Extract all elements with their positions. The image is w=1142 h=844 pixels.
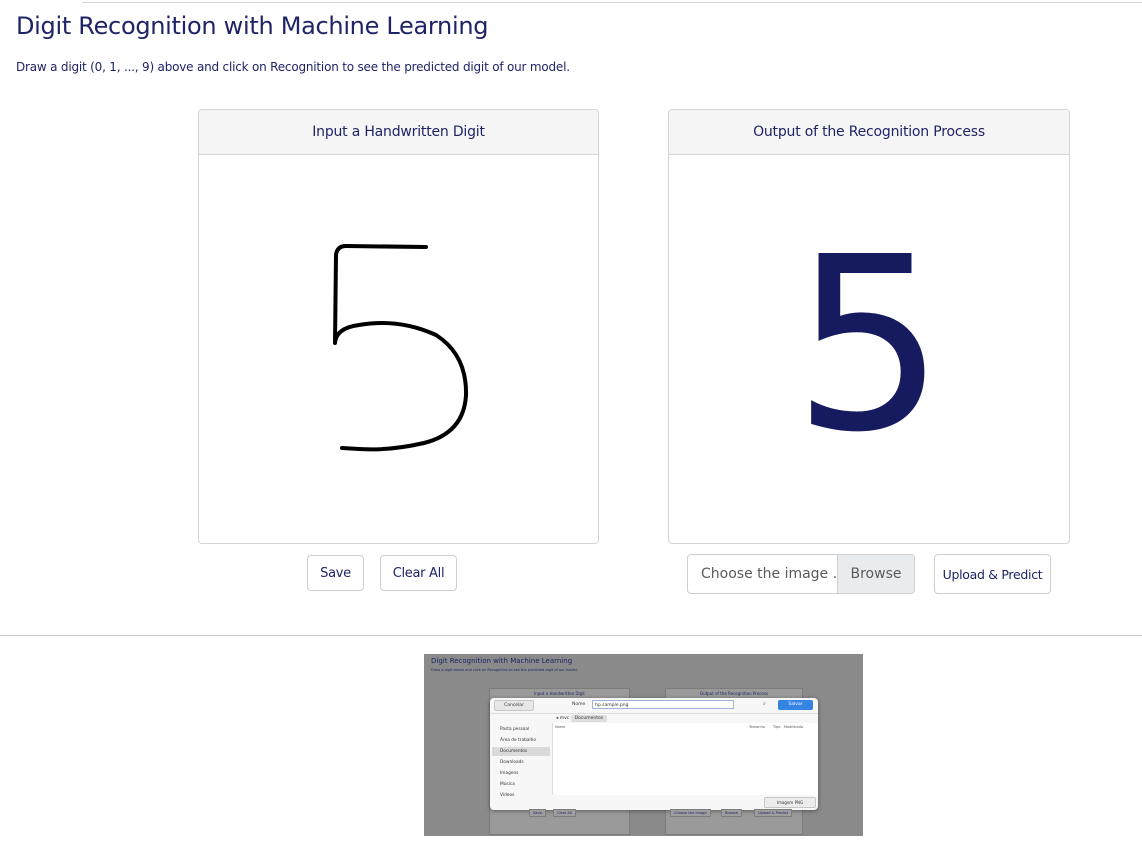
page-title: Digit Recognition with Machine Learning — [16, 12, 489, 40]
clear-all-button[interactable]: Clear All — [380, 555, 457, 591]
section-divider — [0, 635, 1142, 636]
thumb-col-modified: Modificado — [784, 725, 803, 729]
example-screenshot: Digit Recognition with Machine Learning … — [424, 654, 863, 836]
thumb-title: Digit Recognition with Machine Learning — [431, 657, 573, 665]
input-card-header: Input a Handwritten Digit — [199, 110, 598, 155]
output-display: 5 — [669, 155, 1069, 545]
top-divider — [82, 2, 1142, 3]
save-button[interactable]: Save — [307, 555, 364, 591]
drawing-canvas[interactable] — [199, 155, 598, 545]
thumb-cancel-button: Cancelar — [494, 700, 534, 711]
page-subtitle: Draw a digit (0, 1, ..., 9) above and cl… — [16, 60, 570, 74]
handwritten-digit-stroke — [333, 244, 469, 452]
thumb-sidebar: Pasta pessoal Área de trabalho Documento… — [490, 723, 552, 798]
thumb-sidebar-item: Pasta pessoal — [500, 727, 530, 732]
search-icon: ⌕ — [763, 701, 766, 707]
thumb-sidebar-item: Vídeos — [500, 793, 515, 798]
thumb-browse: Browse — [721, 809, 743, 817]
thumb-crumb-home: mvc — [559, 716, 570, 721]
output-card-header: Output of the Recognition Process — [669, 110, 1069, 155]
thumb-file-filter: Imagem PNG — [764, 797, 816, 808]
output-card: Output of the Recognition Process 5 — [668, 109, 1070, 544]
thumb-subtitle: Draw a digit above and click on Recognit… — [431, 668, 578, 672]
thumb-upload: Upload & Predict — [754, 809, 793, 817]
thumb-choose: Choose the image — [670, 809, 711, 817]
thumb-crumb-current: Documentos — [570, 715, 608, 722]
thumb-save: Save — [529, 809, 546, 817]
input-card: Input a Handwritten Digit — [198, 109, 599, 544]
chevron-left-icon: ◂ — [556, 716, 559, 721]
thumb-sidebar-item: Área de trabalho — [500, 738, 536, 743]
thumb-clear: Clear All — [553, 809, 576, 817]
predicted-digit: 5 — [792, 205, 946, 485]
thumb-sidebar-item: Downloads — [500, 760, 524, 765]
thumb-col-type: Tipo — [773, 725, 781, 729]
browse-button[interactable]: Browse — [837, 555, 914, 593]
thumb-col-size: Tamanho — [749, 725, 765, 729]
thumb-file-list: Nome Tamanho Tipo Modificado — [552, 723, 818, 795]
thumb-name-field: hp.sample.png — [592, 700, 734, 709]
thumb-dialog-divider — [490, 713, 818, 714]
thumb-breadcrumb: ◂ mvc Documentos — [556, 715, 608, 722]
file-input-placeholder[interactable]: Choose the image ... — [688, 555, 837, 593]
file-input[interactable]: Choose the image ... Browse — [687, 554, 915, 594]
thumb-save-button: Salvar — [778, 700, 813, 710]
upload-predict-button[interactable]: Upload & Predict — [934, 554, 1051, 594]
thumb-save-dialog: Cancelar Nome hp.sample.png ⌕ Salvar ◂ m… — [490, 698, 818, 810]
thumb-sidebar-item: Documentos — [492, 747, 550, 756]
thumb-sidebar-item: Imagens — [500, 771, 519, 776]
thumb-col-name: Nome — [555, 725, 566, 729]
thumb-sidebar-item: Música — [500, 782, 515, 787]
thumb-name-label: Nome — [572, 702, 586, 707]
